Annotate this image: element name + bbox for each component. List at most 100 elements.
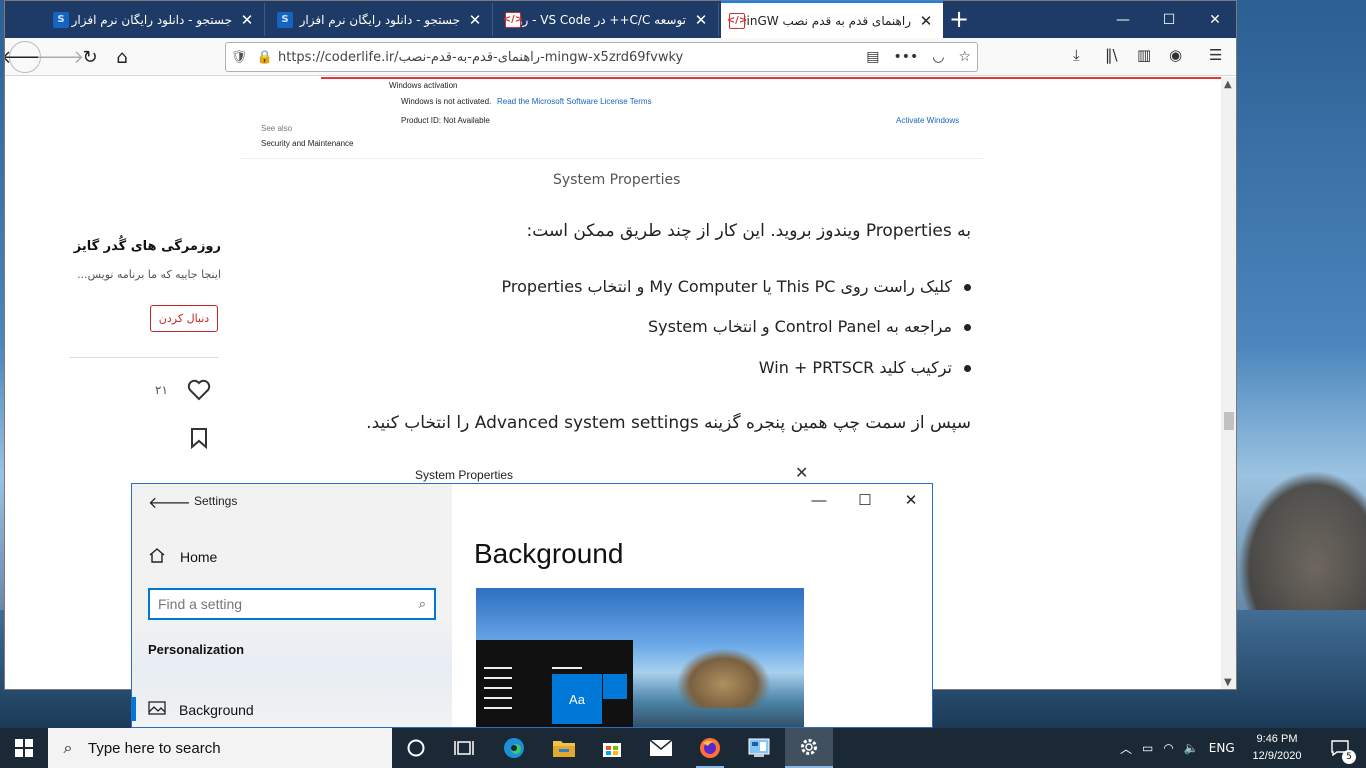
start-button[interactable] (0, 728, 48, 768)
cortana-icon[interactable] (392, 728, 440, 768)
lock-icon[interactable]: 🔒 (252, 50, 278, 65)
forward-button[interactable]: 🡒 (36, 42, 84, 72)
close-icon: ✕ (795, 463, 809, 482)
minimize-button[interactable]: — (796, 484, 842, 516)
address-bar[interactable]: 🛡 🔒 https://coderlife.ir/راهنمای-قدم-به-… (225, 42, 978, 72)
edge-icon[interactable] (490, 728, 538, 768)
taskbar-search-input[interactable] (88, 739, 378, 757)
see-also-label: See also (261, 124, 293, 133)
maximize-button[interactable]: ☐ (1146, 1, 1192, 38)
back-arrow-icon[interactable]: 🡐 (148, 492, 191, 513)
tab-title: جستجو - دانلود رایگان نرم افزار (71, 12, 232, 27)
search-icon: ⌕ (63, 738, 73, 757)
sidebar-divider (69, 357, 219, 358)
not-activated-text: Windows is not activated. (401, 97, 492, 106)
picture-icon (148, 701, 166, 715)
search-icon: ⌕ (418, 596, 426, 611)
firefox-icon[interactable] (686, 728, 734, 768)
bookmark-icon[interactable] (190, 427, 208, 449)
scroll-down-icon[interactable]: ▼ (1224, 677, 1232, 688)
author-name[interactable]: روزمرگی های گُدر گایز (74, 239, 221, 254)
close-icon[interactable]: ✕ (238, 11, 256, 29)
security-link[interactable]: Security and Maintenance (261, 139, 354, 148)
scroll-thumb[interactable] (1224, 412, 1234, 430)
reader-view-icon[interactable]: ▤ (866, 49, 879, 65)
home-button[interactable]: ⌂ (107, 42, 137, 72)
clock-date: 12/9/2020 (1252, 750, 1302, 762)
selected-indicator (132, 697, 136, 721)
nav-item-background[interactable]: Background (132, 694, 452, 724)
account-icon[interactable]: ◉ (1169, 46, 1182, 64)
taskbar: ⌕ ︿ ▭ ◠ 🔈 ENG 9:46 PM 12/9/2020 5 (0, 728, 1366, 768)
clock[interactable]: 9:46 PM 12/9/2020 (1247, 731, 1307, 765)
close-icon[interactable]: ✕ (466, 11, 484, 29)
close-icon[interactable]: ✕ (917, 12, 935, 30)
volume-icon[interactable]: 🔈 (1184, 741, 1199, 755)
minimize-button[interactable]: — (1100, 1, 1146, 38)
sidebar-icon[interactable]: ▥ (1137, 46, 1151, 64)
clock-time: 9:46 PM (1256, 733, 1298, 745)
site-s-icon: S (277, 11, 293, 28)
background-preview: Aa (476, 588, 804, 727)
bullet-icon (964, 365, 971, 372)
tab-title: جستجو - دانلود رایگان نرم افزار (299, 12, 460, 27)
mail-icon[interactable] (637, 728, 685, 768)
settings-gear-icon[interactable] (785, 728, 833, 768)
battery-icon[interactable]: ▭ (1142, 741, 1153, 755)
bullet-icon (964, 324, 971, 331)
star-icon[interactable]: ☆ (958, 49, 971, 65)
product-id-text: Product ID: Not Available (401, 116, 490, 125)
code-icon: </> (503, 11, 523, 28)
follow-button[interactable]: دنبال کردن (150, 305, 218, 332)
home-icon[interactable] (148, 547, 166, 563)
language-indicator[interactable]: ENG (1209, 741, 1235, 755)
tab-vscode[interactable]: </> توسعه C/C++ در VS Code - روز ✕ (497, 3, 719, 36)
settings-search-input[interactable] (158, 596, 419, 612)
home-link[interactable]: Home (180, 549, 217, 565)
list-item: کلیک راست روی This PC یا My Computer و ا… (502, 277, 971, 296)
url-text[interactable]: https://coderlife.ir/راهنمای-قدم-به-قدم-… (278, 50, 866, 65)
license-link[interactable]: Read the Microsoft Software License Term… (497, 97, 652, 106)
scroll-up-icon[interactable]: ▲ (1224, 79, 1232, 90)
task-view-icon[interactable] (440, 728, 488, 768)
heart-icon[interactable] (187, 379, 211, 401)
notification-badge: 5 (1342, 750, 1356, 764)
taskbar-search[interactable]: ⌕ (48, 728, 392, 768)
page-scrollbar[interactable]: ▲ ▼ (1221, 77, 1236, 689)
maximize-button[interactable]: ☐ (842, 484, 888, 516)
wifi-icon[interactable]: ◠ (1163, 741, 1173, 755)
chevron-up-icon[interactable]: ︿ (1120, 740, 1132, 757)
tab-search-2[interactable]: S جستجو - دانلود رایگان نرم افزار ✕ (269, 3, 493, 36)
tab-title: توسعه C/C++ در VS Code - روز (521, 12, 686, 27)
notification-center-button[interactable]: 5 (1318, 728, 1362, 768)
bullet-icon (964, 284, 971, 291)
download-icon[interactable]: ⤓ (1073, 46, 1080, 64)
wallpaper-rock (1238, 470, 1366, 610)
preview-tile-small (602, 674, 627, 699)
code-icon: </> (727, 12, 747, 29)
menu-icon[interactable]: ☰ (1209, 46, 1222, 64)
windows-activation-heading: Windows activation (389, 81, 458, 90)
navigation-bar: 🡐 🡒 ↻ ⌂ 🛡 🔒 https://coderlife.ir/راهنمای… (5, 38, 1236, 76)
tab-search-1[interactable]: S جستجو - دانلود رایگان نرم افزار ✕ (45, 3, 265, 36)
tab-mingw[interactable]: </> راهنمای قدم به قدم نصب MinGW ✕ (721, 1, 943, 38)
new-tab-button[interactable]: + (949, 7, 969, 31)
shield-icon[interactable]: 🛡 (226, 50, 252, 65)
library-icon[interactable]: ‖\ (1105, 46, 1118, 64)
page-actions-icon[interactable]: ••• (893, 49, 918, 65)
find-setting-input[interactable]: ⌕ (148, 588, 436, 620)
image-caption: System Properties (553, 172, 681, 188)
pocket-icon[interactable]: ◡ (932, 49, 944, 65)
site-s-icon: S (53, 11, 69, 28)
tab-title: راهنمای قدم به قدم نصب MinGW (745, 13, 911, 28)
file-explorer-icon[interactable] (540, 728, 588, 768)
activate-windows-link[interactable]: Activate Windows (896, 116, 959, 125)
reload-button[interactable]: ↻ (75, 42, 105, 72)
store-icon[interactable] (588, 728, 636, 768)
close-window-button[interactable]: ✕ (888, 484, 932, 516)
close-window-button[interactable]: ✕ (1192, 1, 1236, 38)
list-item: مراجعه به Control Panel و انتخاب System (648, 317, 971, 336)
settings-sidebar: 🡐 Settings Home ⌕ Personalization Backgr… (132, 484, 452, 727)
control-panel-icon[interactable] (735, 728, 783, 768)
close-icon[interactable]: ✕ (692, 11, 710, 29)
